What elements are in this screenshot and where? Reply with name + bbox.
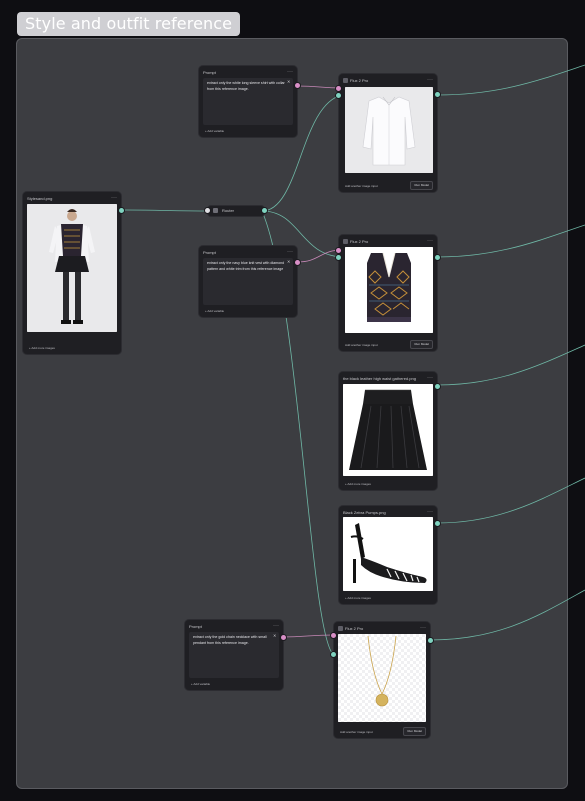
add-variable-button[interactable]: + Add variable <box>205 308 224 315</box>
pumps-image <box>343 517 433 591</box>
model-icon <box>338 626 343 632</box>
model-title: Flux 2 Pro <box>350 78 369 83</box>
canvas-group[interactable] <box>16 38 568 789</box>
prompt-output-port[interactable] <box>295 83 300 88</box>
necklace-output-image <box>338 634 426 722</box>
add-image-input[interactable]: Add another image input <box>345 183 378 190</box>
source-image-node[interactable]: Stylesand.png ··· + Add more images <box>23 192 124 354</box>
run-model-button[interactable]: Run Model <box>410 181 433 190</box>
model-header: Flux 2 Pro <box>343 237 433 247</box>
model-output-port[interactable] <box>435 92 440 97</box>
shirt-output-image <box>345 87 433 173</box>
close-icon[interactable]: ✕ <box>287 80 291 84</box>
model-image-input-port[interactable] <box>336 255 341 260</box>
more-dots-icon[interactable]: ··· <box>285 248 293 258</box>
router-node[interactable]: Router <box>205 206 267 216</box>
router-label: Router <box>222 208 235 213</box>
run-model-label: Run Model <box>414 342 429 346</box>
model-image-input-port[interactable] <box>336 93 341 98</box>
more-dots-icon[interactable]: ··· <box>285 68 293 78</box>
model-node-3[interactable]: Flux 2 Pro ··· Add another image input R… <box>331 622 433 738</box>
pumps-image-node[interactable]: Black Zebra Pumps.png ··· + Add more ima… <box>339 506 440 604</box>
router-input-port[interactable] <box>205 208 210 213</box>
source-outfit-image <box>27 204 117 332</box>
model-output-port[interactable] <box>428 638 433 643</box>
prompt-output-port[interactable] <box>295 260 300 265</box>
more-dots-icon[interactable]: ··· <box>418 624 426 634</box>
model-icon <box>343 239 348 245</box>
close-icon[interactable]: ✕ <box>287 260 291 264</box>
close-icon[interactable]: ✕ <box>273 634 277 638</box>
skirt-image <box>343 384 433 476</box>
prompt-text: extract only the navy blue knit vest wit… <box>207 261 285 271</box>
model-icon <box>343 78 348 84</box>
prompt-text: extract only the gold chain necklace wit… <box>193 635 267 645</box>
more-dots-icon[interactable]: ··· <box>425 237 433 247</box>
prompt-title: Prompt <box>189 624 202 629</box>
model-node-1[interactable]: Flux 2 Pro ··· Add another image input R… <box>336 74 440 192</box>
prompt-node-1[interactable]: Prompt ··· extract only the white long s… <box>199 66 300 137</box>
more-dots-icon[interactable]: ··· <box>425 374 433 384</box>
model-header: Flux 2 Pro <box>338 624 426 634</box>
prompt-text-area[interactable]: extract only the gold chain necklace wit… <box>189 632 279 678</box>
model-prompt-input-port[interactable] <box>331 633 336 638</box>
source-filename: Stylesand.png <box>27 196 53 201</box>
prompt-output-port[interactable] <box>281 635 286 640</box>
add-variable-button[interactable]: + Add variable <box>205 128 224 135</box>
model-prompt-input-port[interactable] <box>336 86 341 91</box>
model-header: Flux 2 Pro <box>343 76 433 86</box>
add-variable-button[interactable]: + Add variable <box>191 681 210 688</box>
add-image-input[interactable]: Add another image input <box>345 342 378 349</box>
more-dots-icon[interactable]: ··· <box>109 194 117 204</box>
model-image-input-port[interactable] <box>331 652 336 657</box>
prompt-text-area[interactable]: extract only the navy blue knit vest wit… <box>203 258 293 305</box>
model-title: Flux 2 Pro <box>345 626 364 631</box>
group-title[interactable]: Style and outfit reference <box>17 12 241 36</box>
router-icon <box>213 208 218 213</box>
prompt-node-2[interactable]: Prompt ··· extract only the navy blue kn… <box>199 246 300 317</box>
model-prompt-input-port[interactable] <box>336 248 341 253</box>
more-dots-icon[interactable]: ··· <box>271 622 279 632</box>
pumps-output-port[interactable] <box>435 521 440 526</box>
run-model-label: Run Model <box>414 183 429 187</box>
prompt-node-3[interactable]: Prompt ··· extract only the gold chain n… <box>185 620 286 690</box>
skirt-filename: the black leather high waist gathered.pn… <box>343 376 416 381</box>
add-image-input[interactable]: Add another image input <box>340 729 373 736</box>
run-model-button[interactable]: Run Model <box>410 340 433 349</box>
pumps-add-images[interactable]: + Add more images <box>345 595 371 602</box>
run-model-label: Run Model <box>407 729 422 733</box>
prompt-text-area[interactable]: extract only the white long sleeve shirt… <box>203 78 293 125</box>
more-dots-icon[interactable]: ··· <box>425 76 433 86</box>
skirt-add-images[interactable]: + Add more images <box>345 481 371 488</box>
skirt-output-port[interactable] <box>435 384 440 389</box>
skirt-image-node[interactable]: the black leather high waist gathered.pn… <box>339 372 440 490</box>
prompt-title: Prompt <box>203 250 216 255</box>
model-node-2[interactable]: Flux 2 Pro ··· Add another image input R… <box>336 235 440 351</box>
source-add-images[interactable]: + Add more images <box>29 345 55 352</box>
prompt-text: extract only the white long sleeve shirt… <box>207 81 285 91</box>
model-title: Flux 2 Pro <box>350 239 369 244</box>
prompt-title: Prompt <box>203 70 216 75</box>
run-model-button[interactable]: Run Model <box>403 727 426 736</box>
vest-output-image <box>345 247 433 333</box>
model-output-port[interactable] <box>435 255 440 260</box>
source-output-port[interactable] <box>119 208 124 213</box>
router-output-port[interactable] <box>262 208 267 213</box>
